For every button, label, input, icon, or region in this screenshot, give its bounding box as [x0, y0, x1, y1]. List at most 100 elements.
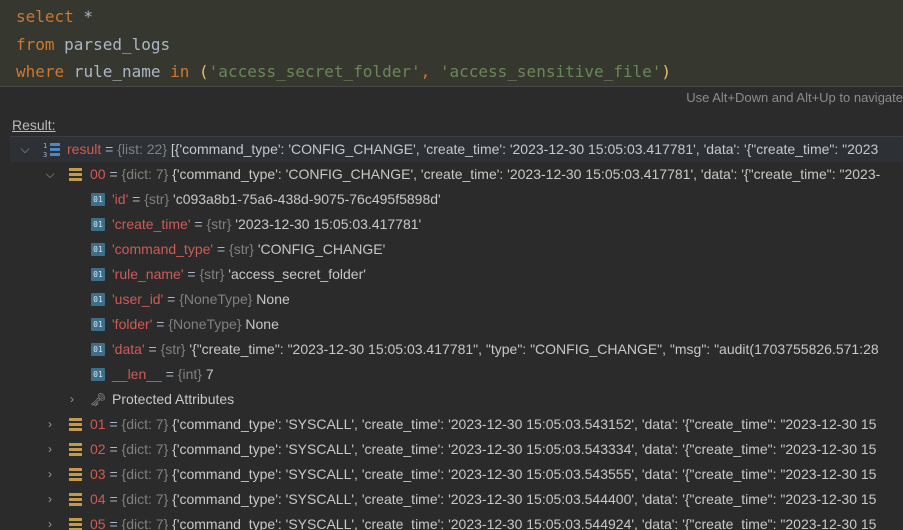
- keyword-in: in: [170, 62, 190, 81]
- tree-row-field[interactable]: 01 __len__ = {int} 7: [10, 362, 903, 387]
- column-rule-name: rule_name: [64, 62, 171, 81]
- tree-row-item-00[interactable]: ⌵ 00 = {dict: 7} {'command_type': 'CONFI…: [10, 162, 903, 187]
- field-value: 'access_secret_folder': [224, 266, 366, 282]
- string-value-icon: 01: [91, 218, 105, 231]
- tree-row-text: 04 = {dict: 7} {'command_type': 'SYSCALL…: [90, 487, 876, 512]
- result-label: Result:: [12, 117, 56, 133]
- close-paren: ): [661, 62, 672, 81]
- tree-row-text: 01 = {dict: 7} {'command_type': 'SYSCALL…: [90, 412, 876, 437]
- equals-sign: =: [105, 466, 122, 482]
- tree-row-item[interactable]: › 02 = {dict: 7} {'command_type': 'SYSCA…: [10, 437, 903, 462]
- tree-row-text: 'user_id' = {NoneType} None: [112, 287, 290, 312]
- chevron-down-icon[interactable]: ⌵: [43, 162, 57, 187]
- tree-row-field[interactable]: 01 'id' = {str} 'c093a8b1-75a6-438d-9075…: [10, 187, 903, 212]
- var-value: {'command_type': 'SYSCALL', 'create_time…: [168, 466, 877, 482]
- chevron-right-icon[interactable]: ›: [43, 412, 57, 437]
- field-type: {str}: [144, 191, 170, 207]
- tree-row-item[interactable]: › 03 = {dict: 7} {'command_type': 'SYSCA…: [10, 462, 903, 487]
- chevron-down-icon[interactable]: ⌵: [18, 137, 32, 162]
- equals-sign: =: [101, 141, 118, 157]
- tree-row-text: 03 = {dict: 7} {'command_type': 'SYSCALL…: [90, 462, 876, 487]
- string-value-icon: 01: [91, 193, 105, 206]
- string-value-icon: 01: [91, 243, 105, 256]
- var-name: 05: [90, 516, 106, 530]
- tree-row-text: 00 = {dict: 7} {'command_type': 'CONFIG_…: [90, 162, 880, 187]
- field-value: 'CONFIG_CHANGE': [253, 241, 386, 257]
- var-type: {dict: 7}: [121, 416, 169, 432]
- equals-sign: =: [161, 366, 178, 382]
- code-line-1: select *: [16, 7, 93, 27]
- chevron-right-icon[interactable]: ›: [43, 437, 57, 462]
- equals-sign: =: [163, 291, 180, 307]
- var-type: {list: 22}: [117, 141, 168, 157]
- tree-row-text: 'command_type' = {str} 'CONFIG_CHANGE': [112, 237, 385, 262]
- field-type: {NoneType}: [168, 316, 242, 332]
- keyword-from: from: [16, 35, 55, 54]
- var-name: 04: [90, 491, 106, 507]
- string-value-icon: 01: [91, 293, 105, 306]
- tree-row-field[interactable]: 01 'user_id' = {NoneType} None: [10, 287, 903, 312]
- field-type: {NoneType}: [179, 291, 253, 307]
- field-type: {str}: [229, 241, 254, 257]
- tree-row-protected-attributes[interactable]: › 🗝 Protected Attributes: [10, 387, 903, 412]
- tree-row-field[interactable]: 01 'command_type' = {str} 'CONFIG_CHANGE…: [10, 237, 903, 262]
- dict-icon: [69, 518, 82, 530]
- navigation-hint: Use Alt+Down and Alt+Up to navigate: [686, 90, 903, 105]
- tree-row-result[interactable]: ⌵ 1 3 result = {list: 22} [{'command_typ…: [10, 137, 903, 162]
- protected-attributes-label: Protected Attributes: [112, 391, 235, 407]
- dict-icon: [69, 468, 82, 481]
- tree-row-field[interactable]: 01 'rule_name' = {str} 'access_secret_fo…: [10, 262, 903, 287]
- tree-row-item[interactable]: › 04 = {dict: 7} {'command_type': 'SYSCA…: [10, 487, 903, 512]
- tree-row-text: 'id' = {str} 'c093a8b1-75a6-438d-9075-76…: [112, 187, 441, 212]
- equals-sign: =: [128, 191, 145, 207]
- field-name: 'rule_name': [112, 266, 184, 282]
- field-value: '2023-12-30 15:05:03.417781': [231, 216, 422, 232]
- tree-row-text: 'folder' = {NoneType} None: [112, 312, 279, 337]
- string-value-icon: 01: [91, 268, 105, 281]
- tree-row-field[interactable]: 01 'data' = {str} '{"create_time": "2023…: [10, 337, 903, 362]
- open-paren: (: [189, 62, 209, 81]
- code-line-3: where rule_name in ('access_secret_folde…: [16, 62, 671, 82]
- var-value: {'command_type': 'SYSCALL', 'create_time…: [168, 416, 877, 432]
- chevron-right-icon[interactable]: ›: [43, 487, 57, 512]
- equals-sign: =: [144, 341, 161, 357]
- field-name: 'create_time': [112, 216, 191, 232]
- variables-tree[interactable]: ⌵ 1 3 result = {list: 22} [{'command_typ…: [10, 136, 903, 530]
- var-name: 02: [90, 441, 106, 457]
- dict-icon: [69, 418, 82, 431]
- tree-row-item[interactable]: › 05 = {dict: 7} {'command_type': 'SYSCA…: [10, 512, 903, 530]
- field-name: 'folder': [112, 316, 153, 332]
- tree-row-field[interactable]: 01 'folder' = {NoneType} None: [10, 312, 903, 337]
- comma: ,: [420, 62, 440, 81]
- var-type: {dict: 7}: [121, 441, 169, 457]
- field-type: {str}: [206, 216, 232, 232]
- equals-sign: =: [190, 216, 207, 232]
- var-type: {dict: 7}: [121, 516, 169, 530]
- var-name: 03: [90, 466, 106, 482]
- chevron-right-icon[interactable]: ›: [65, 387, 79, 412]
- sql-editor[interactable]: select * from parsed_logs where rule_nam…: [0, 0, 903, 87]
- tree-row-item[interactable]: › 01 = {dict: 7} {'command_type': 'SYSCA…: [10, 412, 903, 437]
- field-value: 7: [201, 366, 214, 382]
- var-name: 01: [90, 416, 106, 432]
- equals-sign: =: [105, 166, 122, 182]
- equals-sign: =: [152, 316, 169, 332]
- var-value: {'command_type': 'SYSCALL', 'create_time…: [168, 441, 877, 457]
- equals-sign: =: [183, 266, 200, 282]
- list-icon: 1 3: [43, 142, 60, 158]
- field-value: None: [252, 291, 290, 307]
- tree-row-text: 'rule_name' = {str} 'access_secret_folde…: [112, 262, 366, 287]
- tree-row-text: result = {list: 22} [{'command_type': 'C…: [67, 137, 878, 162]
- var-name: result: [67, 141, 102, 157]
- tree-row-text: 'data' = {str} '{"create_time": "2023-12…: [112, 337, 879, 362]
- var-type: {dict: 7}: [121, 466, 169, 482]
- chevron-right-icon[interactable]: ›: [43, 462, 57, 487]
- var-value: {'command_type': 'SYSCALL', 'create_time…: [168, 491, 877, 507]
- int-value-icon: 01: [91, 368, 105, 381]
- field-name: __len__: [112, 366, 162, 382]
- var-value: [{'command_type': 'CONFIG_CHANGE', 'crea…: [167, 141, 879, 157]
- chevron-right-icon[interactable]: ›: [43, 512, 57, 530]
- field-value: 'c093a8b1-75a6-438d-9075-76c495f5898d': [169, 191, 441, 207]
- string-literal-2: 'access_sensitive_file': [439, 62, 662, 81]
- tree-row-field[interactable]: 01 'create_time' = {str} '2023-12-30 15:…: [10, 212, 903, 237]
